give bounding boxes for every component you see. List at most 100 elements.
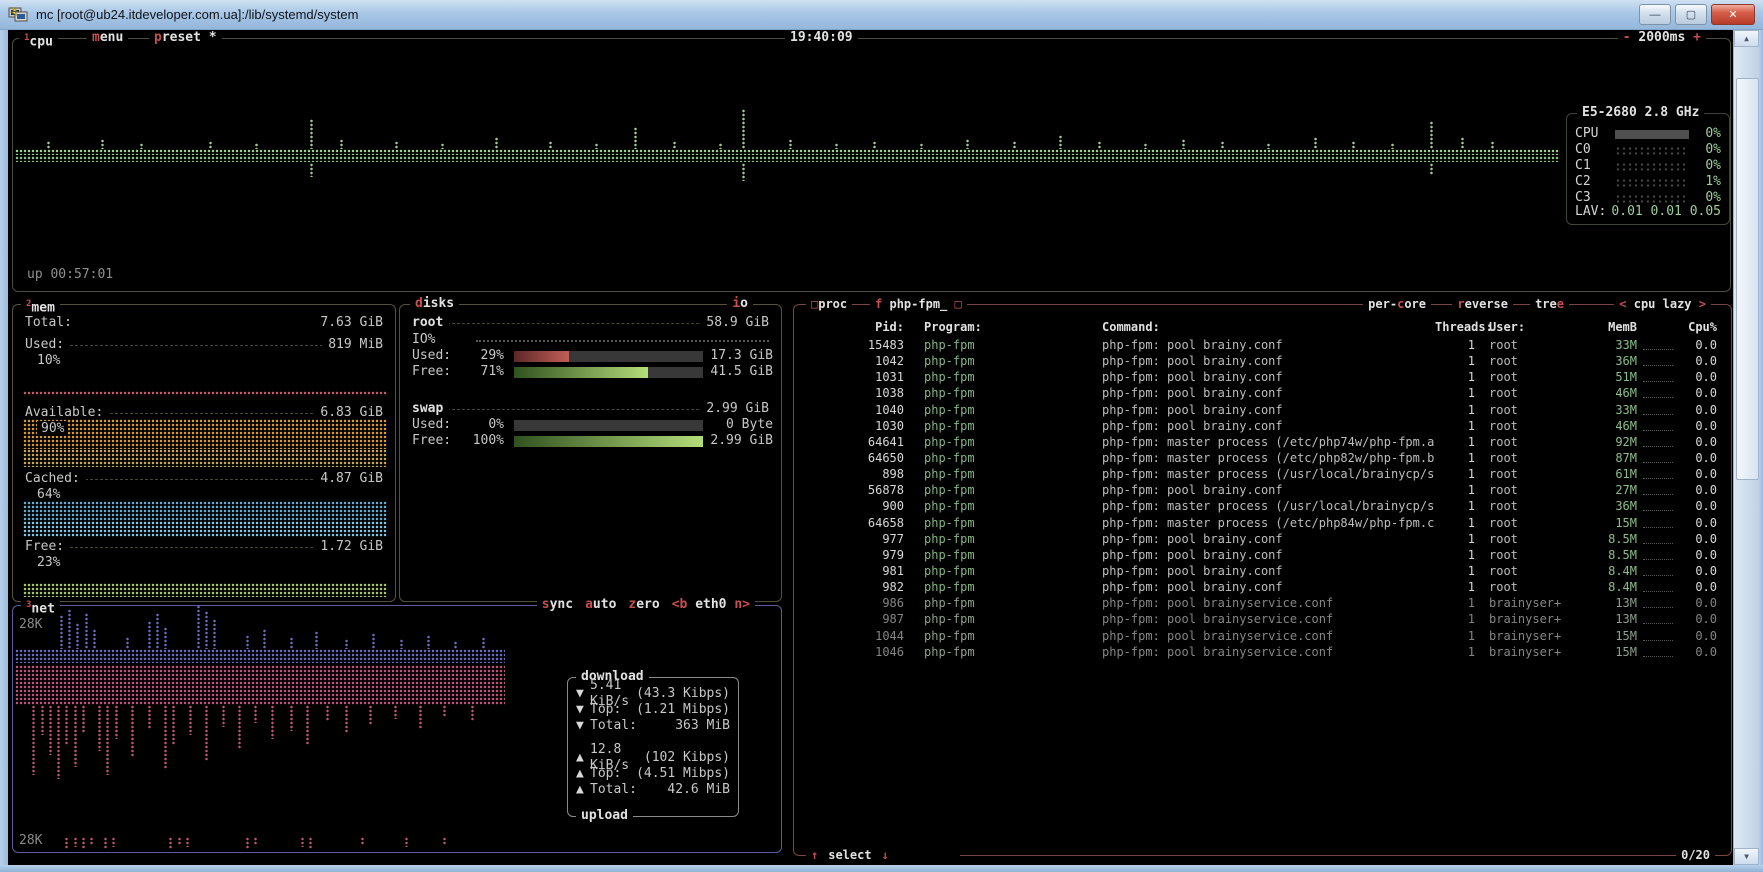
process-row[interactable]: 898 php-fpm php-fpm: master process (/us… bbox=[808, 466, 1717, 482]
filter-key[interactable]: f bbox=[875, 297, 882, 311]
mem-available-percent: 90% bbox=[37, 421, 68, 436]
minimize-button[interactable]: — bbox=[1639, 4, 1671, 25]
process-row[interactable]: 1046 php-fpm php-fpm: pool brainyservice… bbox=[808, 644, 1717, 660]
disk-root-used-row: Used:29% 17.3 GiB bbox=[412, 348, 773, 364]
upload-stats: ▲ 12.8 KiB/s (102 Kibps) ▲ Top: (4.51 Mi… bbox=[576, 750, 730, 798]
process-row[interactable]: 1044 php-fpm php-fpm: pool brainyservice… bbox=[808, 628, 1717, 644]
net-stats-box: download ▼ 5.41 KiB/s (43.3 Kibps) ▼ Top… bbox=[567, 677, 739, 817]
process-row[interactable]: 15483 php-fpm php-fpm: pool brainy.conf … bbox=[808, 337, 1717, 353]
cpu-core-row: C1 0% bbox=[1575, 158, 1721, 174]
mem-used-graph bbox=[23, 391, 387, 396]
disks-io-title[interactable]: io bbox=[727, 296, 753, 312]
iface-prev-button[interactable]: <b bbox=[672, 597, 688, 612]
interval-plus-button[interactable]: + bbox=[1693, 30, 1701, 45]
process-row[interactable]: 1042 php-fpm php-fpm: pool brainy.conf 1… bbox=[808, 353, 1717, 369]
cpu-usage-graph bbox=[15, 99, 1560, 219]
upload-title: upload bbox=[576, 808, 633, 824]
upload-stat-row: ▲ Top: (4.51 Mibps) bbox=[576, 766, 730, 782]
select-down-icon[interactable]: ↓ bbox=[882, 847, 889, 863]
process-row[interactable]: 64650 php-fpm php-fpm: master process (/… bbox=[808, 450, 1717, 466]
proc-filter[interactable]: f php-fpm_ □ bbox=[870, 296, 967, 312]
sort-next-button[interactable]: > bbox=[1699, 297, 1706, 311]
process-row[interactable]: 1031 php-fpm php-fpm: pool brainy.conf 1… bbox=[808, 369, 1717, 385]
select-up-icon[interactable]: ↑ bbox=[811, 847, 818, 863]
core-meter bbox=[1615, 194, 1689, 203]
terminal-scrollbar[interactable]: ▲ ▼ bbox=[1733, 30, 1759, 865]
filter-input[interactable]: php-fpm_ bbox=[889, 297, 947, 311]
up-arrow-icon: ▲ bbox=[576, 782, 590, 798]
process-row[interactable]: 981 php-fpm php-fpm: pool brainy.conf 1 … bbox=[808, 563, 1717, 579]
mem-cpu-leader bbox=[1643, 403, 1673, 415]
disk-root-row: root58.9 GiB bbox=[412, 315, 769, 331]
mem-cpu-leader bbox=[1643, 451, 1673, 463]
reverse-toggle[interactable]: reverse bbox=[1452, 296, 1513, 312]
mem-cached-graph bbox=[23, 501, 387, 521]
menu-button[interactable]: menu bbox=[87, 30, 128, 46]
selection-counter: 0/20 bbox=[1676, 847, 1715, 863]
maximize-button[interactable]: ▢ bbox=[1675, 4, 1707, 25]
mem-cpu-leader bbox=[1643, 354, 1673, 366]
load-average-values: 0.01 0.01 0.05 bbox=[1609, 204, 1721, 220]
disk-root-used-meter bbox=[514, 351, 703, 362]
process-row[interactable]: 64641 php-fpm php-fpm: master process (/… bbox=[808, 434, 1717, 450]
disks-box-title: disks bbox=[410, 296, 459, 312]
per-core-toggle[interactable]: per-core bbox=[1363, 296, 1431, 312]
scroll-up-icon[interactable]: ▲ bbox=[1734, 30, 1759, 47]
mem-cached-row: Cached:4.87 GiB bbox=[25, 471, 383, 487]
process-row[interactable]: 64658 php-fpm php-fpm: master process (/… bbox=[808, 515, 1717, 531]
mem-cpu-leader bbox=[1643, 580, 1673, 592]
mem-free-row: Free:1.72 GiB bbox=[25, 539, 383, 555]
net-scale-bottom: 28K bbox=[19, 833, 42, 848]
process-row[interactable]: 1038 php-fpm php-fpm: pool brainy.conf 1… bbox=[808, 385, 1717, 401]
window-frame-left bbox=[0, 30, 8, 872]
process-row[interactable]: 986 php-fpm php-fpm: pool brainyservice.… bbox=[808, 595, 1717, 611]
up-arrow-icon: ▲ bbox=[576, 750, 590, 766]
process-row[interactable]: 987 php-fpm php-fpm: pool brainyservice.… bbox=[808, 611, 1717, 627]
interval-minus-button[interactable]: - bbox=[1623, 30, 1631, 45]
net-toggle-button[interactable]: auto bbox=[585, 597, 616, 613]
disk-swap-free-row: Free:100% 2.99 GiB bbox=[412, 433, 773, 449]
process-row[interactable]: 56878 php-fpm php-fpm: pool brainy.conf … bbox=[808, 482, 1717, 498]
close-button[interactable]: ✕ bbox=[1711, 4, 1755, 25]
cpu-core-row: C2 1% bbox=[1575, 174, 1721, 190]
cpu-info-box[interactable]: E5-2680 2.8 GHz CPU 0% C0 0% C1 0% bbox=[1566, 113, 1730, 225]
window-titlebar: mc [root@ub24.itdeveloper.com.ua]:/lib/s… bbox=[0, 0, 1763, 30]
preset-button[interactable]: preset * bbox=[149, 30, 222, 46]
disk-swap-free-meter bbox=[514, 436, 703, 447]
disk-swap-used-row: Used:0% 0 Byte bbox=[412, 417, 773, 433]
process-row[interactable]: 1040 php-fpm php-fpm: pool brainy.conf 1… bbox=[808, 402, 1717, 418]
proc-table: 15483 php-fpm php-fpm: pool brainy.conf … bbox=[808, 337, 1717, 660]
process-row[interactable]: 1030 php-fpm php-fpm: pool brainy.conf 1… bbox=[808, 418, 1717, 434]
proc-box-title: □proc bbox=[806, 296, 852, 312]
tree-toggle[interactable]: tree bbox=[1530, 296, 1569, 312]
proc-footer: ↑ select ↓ bbox=[806, 847, 960, 863]
net-interface-switcher: <b eth0 n> bbox=[672, 597, 750, 613]
net-traffic-graph: 28K 28K bbox=[15, 613, 563, 853]
disks-box: disks io root58.9 GiB IO% Used:29% 17.3 … bbox=[399, 304, 782, 602]
cpu-box: 1cpu menu preset * 19:40:09 - 2000ms + E… bbox=[12, 38, 1731, 292]
update-interval: - 2000ms + bbox=[1618, 30, 1706, 46]
process-row[interactable]: 982 php-fpm php-fpm: pool brainy.conf 1 … bbox=[808, 579, 1717, 595]
net-toggle-button[interactable]: zero bbox=[628, 597, 659, 613]
scroll-down-icon[interactable]: ▼ bbox=[1734, 848, 1759, 865]
download-stat-row: ▼ Total: 363 MiB bbox=[576, 718, 730, 734]
net-controls: sync auto zero <b eth0 n> bbox=[537, 597, 755, 613]
process-row[interactable]: 977 php-fpm php-fpm: pool brainy.conf 1 … bbox=[808, 531, 1717, 547]
window-title: mc [root@ub24.itdeveloper.com.ua]:/lib/s… bbox=[36, 7, 358, 22]
process-row[interactable]: 900 php-fpm php-fpm: master process (/us… bbox=[808, 498, 1717, 514]
cpu-core-row: CPU 0% bbox=[1575, 126, 1721, 142]
iface-next-button[interactable]: n> bbox=[734, 597, 750, 612]
net-toggle-button[interactable]: sync bbox=[542, 597, 573, 613]
sort-prev-button[interactable]: < bbox=[1619, 297, 1626, 311]
scrollbar-thumb[interactable] bbox=[1736, 78, 1759, 480]
up-arrow-icon: ▲ bbox=[576, 766, 590, 782]
mem-cpu-leader bbox=[1643, 629, 1673, 641]
download-stat-row: ▼ 5.41 KiB/s (43.3 Kibps) bbox=[576, 686, 730, 702]
process-row[interactable]: 979 php-fpm php-fpm: pool brainy.conf 1 … bbox=[808, 547, 1717, 563]
sort-field: cpu lazy bbox=[1634, 297, 1692, 311]
load-average-row: LAV: 0.01 0.01 0.05 bbox=[1575, 204, 1721, 220]
mem-cpu-leader bbox=[1643, 645, 1673, 657]
disk-root-io-row: IO% bbox=[412, 332, 769, 348]
window-frame-bottom bbox=[0, 865, 1763, 872]
mem-cpu-leader bbox=[1643, 467, 1673, 479]
